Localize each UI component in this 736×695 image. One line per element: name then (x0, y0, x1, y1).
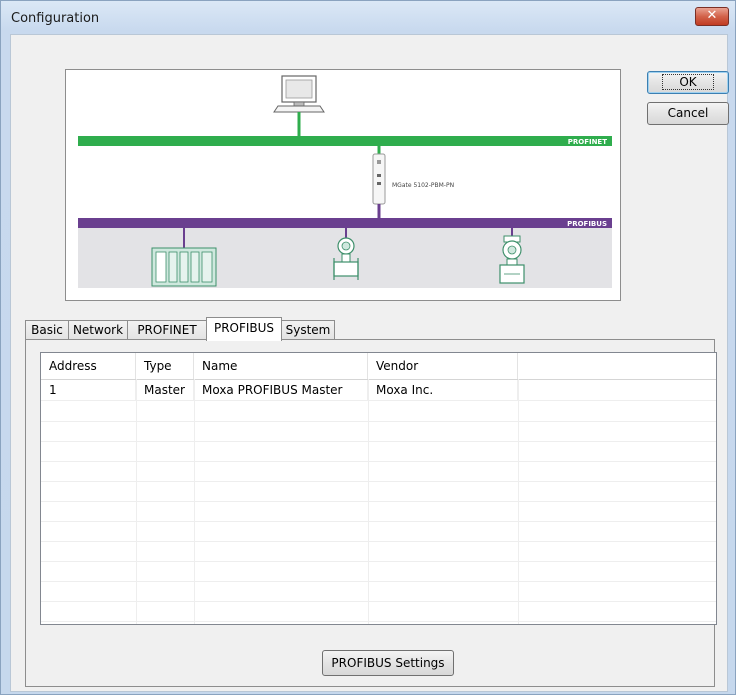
ok-button[interactable]: OK (647, 71, 729, 94)
tab-profinet-label: PROFINET (137, 323, 197, 337)
profibus-settings-button-label: PROFIBUS Settings (331, 656, 445, 670)
column-header-name-label: Name (202, 359, 238, 373)
mgate-device-icon (372, 153, 386, 205)
cancel-button[interactable]: Cancel (647, 102, 729, 125)
mgate-device-label: MGate 5102-PBM-PN (392, 182, 454, 189)
network-diagram: PROFINET MGate 5102-PBM-PN PROFIBUS (65, 69, 621, 301)
column-header-vendor-label: Vendor (376, 359, 419, 373)
window-title: Configuration (11, 11, 100, 26)
table-row-empty (41, 481, 716, 502)
table-row-empty (41, 421, 716, 442)
table-row-empty (41, 521, 716, 542)
column-header-name[interactable]: Name (194, 353, 368, 379)
cell-type: Master (136, 380, 194, 400)
tab-profinet[interactable]: PROFINET (127, 320, 207, 339)
cell-name: Moxa PROFIBUS Master (194, 380, 368, 400)
tab-system-label: System (285, 323, 331, 337)
tab-system[interactable]: System (281, 320, 335, 339)
tab-network-label: Network (72, 323, 124, 337)
column-header-vendor[interactable]: Vendor (368, 353, 518, 379)
profibus-bus (78, 218, 612, 228)
plc-rack-icon (151, 247, 217, 287)
table-row-empty (41, 501, 716, 522)
table-row-empty (41, 541, 716, 562)
profinet-bus (78, 136, 612, 146)
cancel-button-label: Cancel (667, 106, 709, 120)
column-header-address[interactable]: Address (41, 353, 136, 379)
table-row-empty (41, 581, 716, 602)
tab-network[interactable]: Network (68, 320, 128, 339)
tab-profibus[interactable]: PROFIBUS (206, 317, 282, 341)
tab-basic[interactable]: Basic (25, 320, 69, 339)
profibus-label: PROFIBUS (567, 220, 607, 228)
profibus-settings-button[interactable]: PROFIBUS Settings (322, 650, 454, 676)
close-button[interactable]: ✕ (695, 7, 729, 26)
table-row[interactable]: 1 Master Moxa PROFIBUS Master Moxa Inc. (41, 380, 716, 401)
profibus-tab-panel: Address Type Name Vendor 1 Master Moxa P… (25, 339, 717, 687)
cell-address: 1 (41, 380, 136, 400)
cell-vendor: Moxa Inc. (368, 380, 518, 400)
table-row-empty (41, 601, 716, 622)
tab-basic-label: Basic (31, 323, 63, 337)
column-header-type[interactable]: Type (136, 353, 194, 379)
pc-icon (273, 75, 325, 113)
profinet-label: PROFINET (568, 138, 607, 146)
dialog-client-area: PROFINET MGate 5102-PBM-PN PROFIBUS OK C… (10, 34, 729, 692)
table-row-empty (41, 461, 716, 482)
profibus-device-list[interactable]: Address Type Name Vendor 1 Master Moxa P… (40, 352, 717, 625)
configuration-window: Configuration ✕ PROFINET MGate 5102-PBM-… (0, 0, 736, 695)
table-row-empty (41, 441, 716, 462)
table-row-empty (41, 561, 716, 582)
network-diagram-svg: PROFINET MGate 5102-PBM-PN PROFIBUS (78, 75, 612, 288)
title-bar[interactable]: Configuration ✕ (1, 1, 735, 34)
close-icon: ✕ (706, 8, 718, 23)
column-header-filler (518, 353, 716, 379)
table-row-empty (41, 401, 716, 422)
column-header-type-label: Type (144, 359, 172, 373)
column-header-address-label: Address (49, 359, 97, 373)
list-header: Address Type Name Vendor (41, 353, 716, 380)
ok-button-label: OK (662, 74, 714, 90)
tab-profibus-label: PROFIBUS (213, 321, 275, 335)
